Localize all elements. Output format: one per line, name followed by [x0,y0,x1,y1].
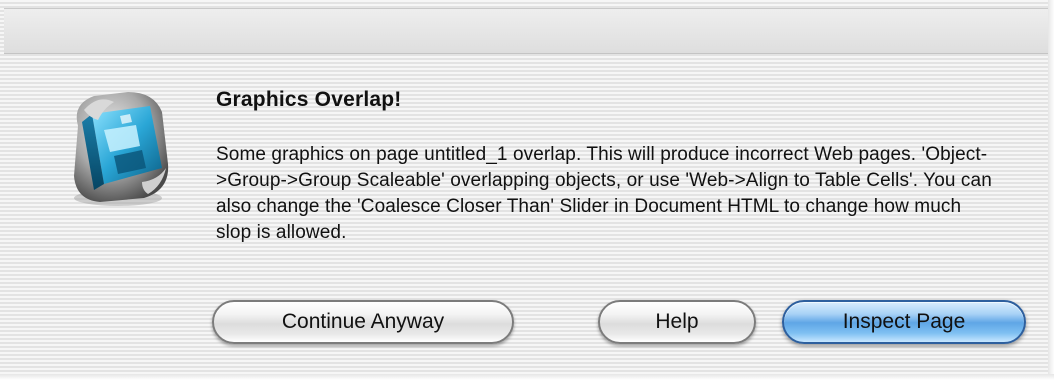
dialog-heading: Graphics Overlap! [216,88,402,111]
continue-anyway-button[interactable]: Continue Anyway [212,300,514,344]
graphics-app-icon [74,92,169,206]
dialog-title-bar[interactable] [4,8,1050,54]
help-button[interactable]: Help [598,300,756,344]
dialog-right-edge [1048,0,1054,380]
dialog-message: Some graphics on page untitled_1 overlap… [216,144,992,243]
alert-dialog: Graphics Overlap! Some graphics on page … [0,0,1054,380]
inspect-page-button[interactable]: Inspect Page [782,300,1026,344]
dialog-bottom-edge [0,374,1054,380]
